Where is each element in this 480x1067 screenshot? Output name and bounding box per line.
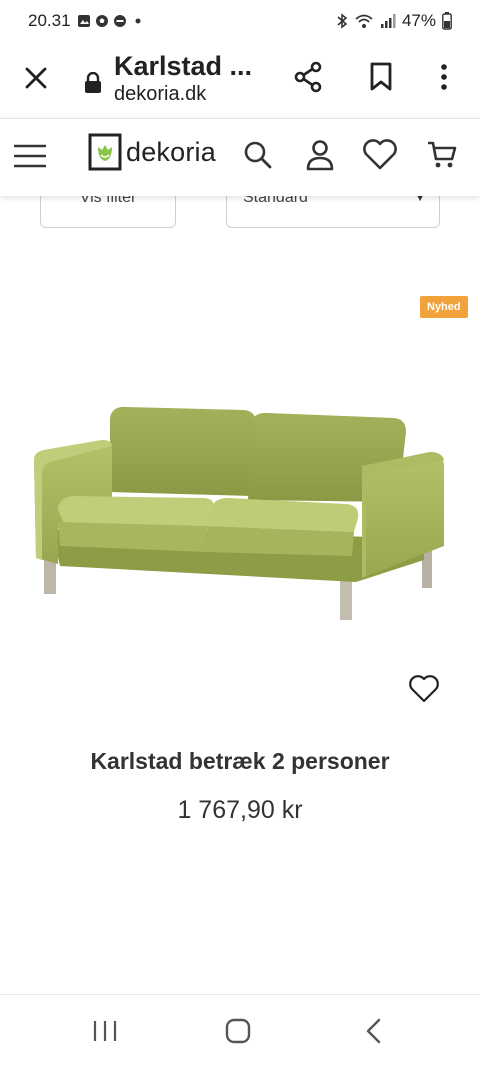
browser-toolbar: Karlstad ... dekoria.dk [0, 42, 480, 118]
menu-button[interactable] [13, 143, 47, 169]
account-button[interactable] [304, 139, 336, 171]
recent-apps-button[interactable] [92, 1019, 118, 1043]
wishlist-button[interactable] [362, 139, 398, 171]
bluetooth-icon [337, 13, 348, 29]
user-icon [306, 140, 334, 171]
add-to-wishlist-button[interactable] [408, 674, 440, 704]
heart-outline-icon [409, 675, 439, 703]
status-left: 20.31 [28, 11, 145, 31]
signal-icon [380, 14, 396, 28]
status-bar: 20.31 47% [0, 0, 480, 42]
system-nav-bar [0, 994, 480, 1067]
close-tab-button[interactable] [20, 62, 52, 94]
bookmark-icon [370, 62, 392, 91]
share-icon [294, 61, 322, 93]
bookmark-button[interactable] [366, 60, 396, 94]
product-image[interactable] [28, 400, 452, 626]
site-header: dekoria [0, 118, 480, 196]
url-block[interactable]: Karlstad ... dekoria.dk [84, 50, 252, 106]
battery-icon [442, 12, 452, 30]
app-badge-icon [113, 15, 126, 27]
search-icon [244, 141, 272, 169]
dot-icon [135, 18, 141, 24]
battery-percent: 47% [401, 11, 436, 30]
lock-icon [85, 72, 101, 93]
share-button[interactable] [292, 60, 326, 94]
product-name[interactable]: Karlstad betræk 2 personer [0, 748, 480, 775]
page-domain: dekoria.dk [114, 83, 207, 105]
cart-button[interactable] [426, 139, 458, 171]
home-button[interactable] [224, 1017, 252, 1045]
heart-icon [363, 139, 397, 170]
page-title: Karlstad ... [114, 51, 253, 81]
back-button[interactable] [362, 1017, 386, 1045]
more-menu-button[interactable] [432, 60, 456, 94]
new-badge: Nyhed [420, 296, 468, 318]
cart-icon [428, 141, 457, 168]
gallery-icon [77, 15, 90, 27]
status-time: 20.31 [28, 11, 71, 30]
product-price: 1 767,90 kr [177, 796, 303, 824]
url-texts: Karlstad ... dekoria.dk [114, 50, 252, 106]
logo-mark-icon [88, 133, 122, 171]
close-icon [25, 67, 47, 89]
brand-name: dekoria [126, 136, 216, 167]
home-icon [225, 1018, 251, 1044]
hamburger-icon [13, 144, 47, 168]
back-icon [366, 1018, 381, 1044]
recent-apps-icon [93, 1021, 117, 1041]
football-icon [95, 15, 108, 27]
wifi-icon [355, 14, 373, 28]
notification-icons [77, 14, 145, 28]
more-icon [441, 64, 447, 90]
search-button[interactable] [242, 139, 274, 171]
site-logo[interactable]: dekoria [88, 133, 216, 171]
status-right: 47% [336, 11, 452, 31]
